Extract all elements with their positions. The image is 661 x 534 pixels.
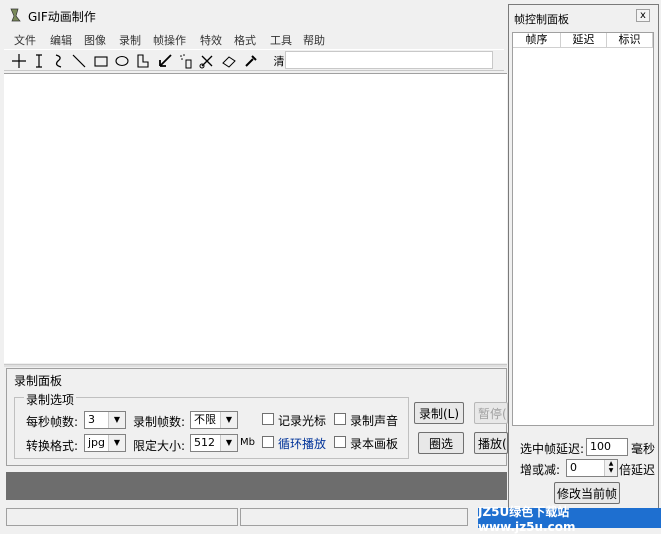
- watermark: JZ5U绿色下载站www.jz5u.com: [478, 505, 661, 534]
- format-label: 转换格式:: [26, 439, 79, 453]
- menu-effects[interactable]: 特效: [200, 32, 222, 48]
- line-tool-icon[interactable]: [70, 52, 88, 70]
- adjust-unit-label: 倍延迟: [619, 463, 656, 477]
- toolbar-field: [285, 51, 493, 69]
- size-limit-select[interactable]: 512 ▼: [190, 434, 238, 452]
- splitter[interactable]: [4, 364, 507, 367]
- menu-bar: 文件 编辑 图像 录制 帧操作 特效 格式 工具 帮助: [4, 30, 507, 48]
- rectangle-tool-icon[interactable]: [92, 52, 110, 70]
- menu-help[interactable]: 帮助: [303, 32, 325, 48]
- area-select-button[interactable]: 圈选: [418, 432, 464, 454]
- arrow-tool-icon[interactable]: [156, 52, 174, 70]
- frames-select[interactable]: 不限 ▼: [190, 411, 238, 429]
- record-sound-label: 录制声音: [350, 414, 399, 428]
- record-panel-title: 录制面板: [14, 374, 63, 388]
- selected-delay-input[interactable]: 100: [586, 438, 628, 456]
- delay-unit-label: 毫秒: [631, 442, 656, 456]
- eyedropper-tool-icon[interactable]: [242, 52, 260, 70]
- frame-list-header: 帧序 延迟 标识: [513, 33, 653, 48]
- record-button[interactable]: 录制(L): [414, 402, 464, 424]
- adjust-label: 增或减:: [520, 463, 561, 477]
- window-title: GIF动画制作: [28, 10, 96, 24]
- size-limit-label: 限定大小:: [133, 439, 186, 453]
- format-select[interactable]: jpg ▼: [84, 434, 126, 452]
- record-options-legend: 录制选项: [24, 391, 77, 408]
- menu-tools[interactable]: 工具: [270, 32, 292, 48]
- text-cursor-tool-icon[interactable]: [30, 52, 48, 70]
- play-button[interactable]: 播放(: [474, 432, 508, 454]
- column-delay[interactable]: 延迟: [561, 33, 607, 48]
- column-frame-index[interactable]: 帧序: [513, 33, 561, 48]
- crosshair-tool-icon[interactable]: [10, 52, 28, 70]
- frames-label: 录制帧数:: [133, 415, 186, 429]
- frame-panel-title: 帧控制面板: [514, 13, 569, 26]
- chevron-down-icon: ▼: [108, 412, 125, 428]
- frame-list[interactable]: [512, 32, 654, 426]
- eraser-tool-icon[interactable]: [220, 52, 238, 70]
- status-cell-2: [240, 508, 468, 526]
- fps-select[interactable]: 3 ▼: [84, 411, 126, 429]
- app-icon: [8, 7, 24, 23]
- fps-label: 每秒帧数:: [26, 415, 79, 429]
- record-cursor-checkbox[interactable]: [262, 413, 274, 425]
- spray-tool-icon[interactable]: [177, 52, 195, 70]
- loop-play-checkbox[interactable]: [262, 436, 274, 448]
- size-unit-label: Mb: [240, 437, 255, 448]
- chevron-down-icon: ▼: [220, 435, 237, 451]
- menu-image[interactable]: 图像: [84, 32, 106, 48]
- status-cell-1: [6, 508, 238, 526]
- menu-edit[interactable]: 编辑: [50, 32, 72, 48]
- curve-tool-icon[interactable]: [50, 52, 68, 70]
- menu-format[interactable]: 格式: [234, 32, 256, 48]
- spin-arrows-icon[interactable]: ▲ ▼: [604, 460, 617, 476]
- ellipse-tool-icon[interactable]: [113, 52, 131, 70]
- scissors-tool-icon[interactable]: [198, 52, 216, 70]
- menu-record[interactable]: 录制: [119, 32, 141, 48]
- adjust-stepper[interactable]: 0 ▲ ▼: [566, 459, 618, 477]
- column-mark[interactable]: 标识: [607, 33, 653, 48]
- drawing-canvas[interactable]: [4, 73, 507, 363]
- menu-frame-ops[interactable]: 帧操作: [153, 32, 186, 48]
- loop-play-label: 循环播放: [278, 437, 327, 451]
- chevron-down-icon: ▼: [220, 412, 237, 428]
- pause-button[interactable]: 暂停(: [474, 402, 508, 424]
- chevron-down-icon: ▼: [108, 435, 125, 451]
- polygon-tool-icon[interactable]: [134, 52, 152, 70]
- record-canvas-label: 录本画板: [350, 437, 399, 451]
- modify-frame-button[interactable]: 修改当前帧: [554, 482, 620, 504]
- record-sound-checkbox[interactable]: [334, 413, 346, 425]
- record-cursor-label: 记录光标: [278, 414, 327, 428]
- record-canvas-checkbox[interactable]: [334, 436, 346, 448]
- close-icon[interactable]: x: [636, 9, 650, 22]
- menu-file[interactable]: 文件: [14, 32, 36, 48]
- progress-bar: [6, 472, 507, 500]
- selected-delay-label: 选中帧延迟:: [520, 442, 585, 456]
